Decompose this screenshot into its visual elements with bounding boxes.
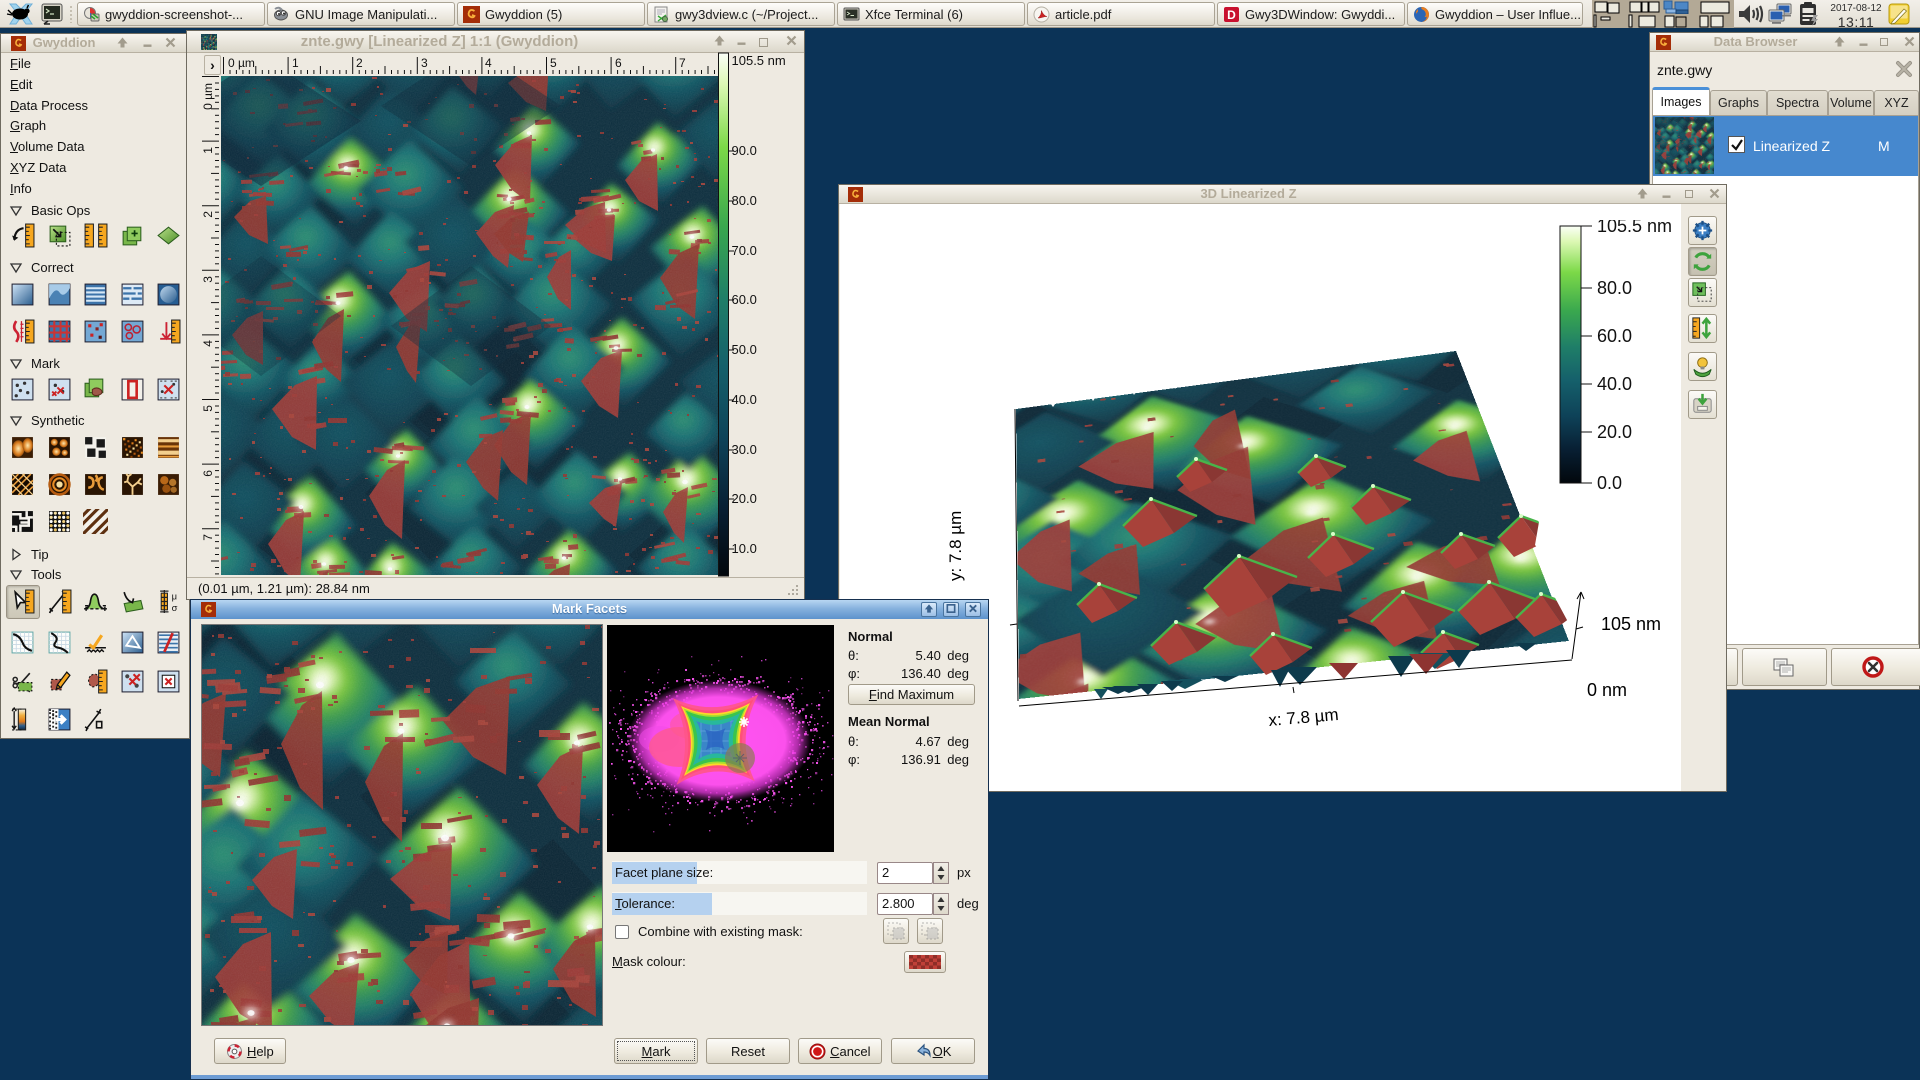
svg-text:10.0: 10.0 — [732, 541, 757, 556]
svg-text:5: 5 — [201, 405, 215, 412]
svg-text:20.0: 20.0 — [1597, 422, 1632, 442]
svg-text:2: 2 — [356, 56, 363, 70]
svg-text:μ: μ — [172, 591, 177, 601]
svg-text:6: 6 — [201, 470, 215, 477]
svg-text:D: D — [1227, 8, 1236, 22]
svg-text:0 µm: 0 µm — [228, 56, 255, 70]
svg-text:0 µm: 0 µm — [201, 83, 215, 110]
svg-text:4: 4 — [485, 56, 492, 70]
svg-text:3: 3 — [421, 56, 428, 70]
svg-text:50.0: 50.0 — [732, 342, 757, 357]
svg-text:70.0: 70.0 — [732, 243, 757, 258]
svg-text:40.0: 40.0 — [1597, 374, 1632, 394]
svg-text:60.0: 60.0 — [732, 292, 757, 307]
svg-text:6: 6 — [615, 56, 622, 70]
svg-text:0 nm: 0 nm — [1587, 680, 1627, 700]
svg-text:105 nm: 105 nm — [1601, 614, 1661, 634]
svg-text:40.0: 40.0 — [732, 392, 757, 407]
svg-text:y: 7.8 µm: y: 7.8 µm — [946, 511, 965, 581]
svg-text:20.0: 20.0 — [732, 491, 757, 506]
svg-text:60.0: 60.0 — [1597, 326, 1632, 346]
svg-text:1: 1 — [201, 147, 215, 154]
svg-text:105.5 nm: 105.5 nm — [1597, 220, 1672, 236]
svg-text:σ: σ — [172, 603, 178, 613]
svg-text:80.0: 80.0 — [1597, 278, 1632, 298]
svg-text:2: 2 — [201, 211, 215, 218]
svg-text:0.0: 0.0 — [1597, 473, 1622, 493]
svg-text:7: 7 — [201, 534, 215, 541]
svg-text:3: 3 — [201, 276, 215, 283]
svg-text:7: 7 — [679, 56, 686, 70]
svg-text:80.0: 80.0 — [732, 193, 757, 208]
svg-text:1: 1 — [292, 56, 299, 70]
svg-text:30.0: 30.0 — [732, 442, 757, 457]
svg-text:4: 4 — [201, 340, 215, 347]
svg-text:90.0: 90.0 — [732, 143, 757, 158]
svg-text:5: 5 — [550, 56, 557, 70]
svg-text:105.5 nm: 105.5 nm — [732, 53, 786, 68]
